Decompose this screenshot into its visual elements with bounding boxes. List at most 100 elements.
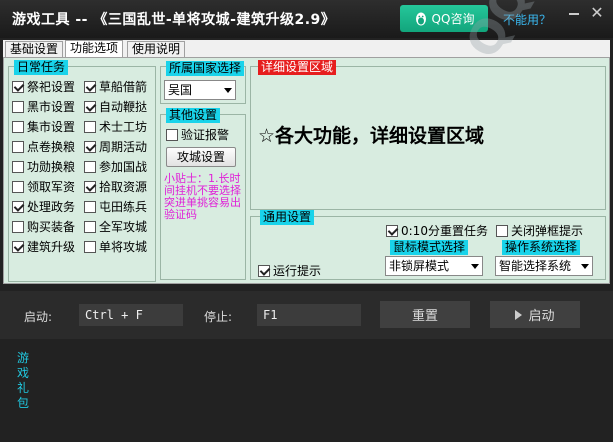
run-tip-box[interactable] <box>258 264 270 277</box>
mouse-mode-value: 非锁屏模式 <box>389 259 450 273</box>
chevron-down-icon <box>471 264 479 269</box>
close-icon[interactable]: ✕ <box>588 4 606 22</box>
daily-task-label: 屯田练兵 <box>99 200 148 214</box>
verify-alarm-box[interactable] <box>166 128 178 141</box>
daily-task-checkbox[interactable]: 购买装备 <box>12 218 75 235</box>
stop-hotkey-input[interactable]: F1 <box>257 304 361 326</box>
daily-task-checkbox[interactable]: 单将攻城 <box>84 238 147 255</box>
daily-task-checkbox[interactable]: 草船借箭 <box>84 78 147 95</box>
city-settings-button[interactable]: 攻城设置 <box>166 147 236 167</box>
daily-task-checkbox[interactable]: 处理政务 <box>12 198 75 215</box>
daily-task-label: 集市设置 <box>27 120 76 134</box>
daily-task-label: 自动鞭挞 <box>99 100 148 114</box>
bottom-bar: 启动: Ctrl + F 停止: F1 重置 启动 <box>0 291 613 339</box>
daily-task-box[interactable] <box>84 160 96 173</box>
daily-task-checkbox[interactable]: 自动鞭挞 <box>84 98 147 115</box>
country-label: 所属国家选择 <box>166 61 245 76</box>
other-settings-label: 其他设置 <box>166 108 221 123</box>
chevron-down-icon <box>581 264 589 269</box>
daily-task-label: 祭祀设置 <box>27 80 76 94</box>
daily-task-checkbox[interactable]: 拾取资源 <box>84 178 147 195</box>
run-tip-label: 运行提示 <box>273 264 322 278</box>
daily-task-checkbox[interactable]: 黑市设置 <box>12 98 75 115</box>
os-select[interactable]: 智能选择系统 <box>495 256 593 276</box>
daily-task-label: 草船借箭 <box>99 80 148 94</box>
qq-penguin-icon <box>415 12 426 25</box>
daily-task-box[interactable] <box>84 80 96 93</box>
country-select[interactable]: 吴国 <box>164 80 236 100</box>
daily-task-checkbox[interactable]: 屯田练兵 <box>84 198 147 215</box>
daily-task-label: 单将攻城 <box>99 240 148 254</box>
daily-task-checkbox[interactable]: 领取军资 <box>12 178 75 195</box>
gift-char: 礼 <box>16 381 29 395</box>
daily-task-label: 拾取资源 <box>99 180 148 194</box>
detail-settings-label: 详细设置区域 <box>258 60 337 75</box>
daily-task-checkbox[interactable]: 集市设置 <box>12 118 75 135</box>
daily-task-box[interactable] <box>84 120 96 133</box>
daily-task-box[interactable] <box>84 180 96 193</box>
daily-task-box[interactable] <box>12 100 24 113</box>
gift-char: 包 <box>16 396 29 410</box>
daily-task-label: 参加国战 <box>99 160 148 174</box>
daily-task-checkbox[interactable]: 参加国战 <box>84 158 147 175</box>
chevron-down-icon <box>224 88 232 93</box>
verify-alarm-label: 验证报警 <box>181 128 230 142</box>
daily-task-box[interactable] <box>84 100 96 113</box>
detail-settings-text: ☆各大功能，详细设置区域 <box>258 125 485 147</box>
app-window: 游戏工具 -- 《三国乱世-单将攻城-建筑升级2.9》 QQ咨询 不能用？ ✕ … <box>0 0 613 442</box>
daily-task-checkbox[interactable]: 术士工坊 <box>84 118 147 135</box>
country-select-value: 吴国 <box>168 83 193 97</box>
window-title: 游戏工具 -- 《三国乱世-单将攻城-建筑升级2.9》 <box>12 12 336 28</box>
reset-task-label: 0:10分重置任务 <box>401 224 488 238</box>
daily-task-checkbox[interactable]: 全军攻城 <box>84 218 147 235</box>
daily-task-checkbox[interactable]: 点卷换粮 <box>12 138 75 155</box>
tip-text: 小贴士：1.长时间挂机不要选择突进单挑容易出验证码 <box>164 172 241 221</box>
general-settings-label: 通用设置 <box>260 210 315 225</box>
reset-task-box[interactable] <box>386 224 398 237</box>
daily-task-label: 点卷换粮 <box>27 140 76 154</box>
gift-char: 戏 <box>16 366 29 380</box>
verify-alarm-checkbox[interactable]: 验证报警 <box>166 126 229 143</box>
start-hotkey-input[interactable]: Ctrl + F <box>79 304 183 326</box>
reset-task-checkbox[interactable]: 0:10分重置任务 <box>386 222 488 239</box>
daily-task-label: 购买装备 <box>27 220 76 234</box>
os-select-value: 智能选择系统 <box>499 259 572 273</box>
daily-task-box[interactable] <box>84 140 96 153</box>
daily-task-label: 全军攻城 <box>99 220 148 234</box>
game-gift-link[interactable]: 游 戏 礼 包 <box>10 351 36 431</box>
reset-button[interactable]: 重置 <box>380 301 470 328</box>
run-tip-checkbox[interactable]: 运行提示 <box>258 262 321 279</box>
os-select-label: 操作系统选择 <box>502 240 581 255</box>
start-button[interactable]: 启动 <box>490 301 580 328</box>
daily-task-box[interactable] <box>12 200 24 213</box>
daily-task-box[interactable] <box>12 180 24 193</box>
minimize-icon[interactable] <box>565 6 583 20</box>
mouse-mode-select[interactable]: 非锁屏模式 <box>385 256 483 276</box>
daily-task-label: 周期活动 <box>99 140 148 154</box>
main-panel: 日常任务 所属国家选择 吴国 其他设置 验证报警 攻城设置 小贴士：1.长时间挂… <box>3 57 610 284</box>
daily-task-checkbox[interactable]: 建筑升级 <box>12 238 75 255</box>
daily-task-box[interactable] <box>84 200 96 213</box>
daily-task-checkbox[interactable]: 功勋换粮 <box>12 158 75 175</box>
close-popup-box[interactable] <box>496 224 508 237</box>
daily-tasks-label: 日常任务 <box>14 60 69 75</box>
mouse-mode-label: 鼠标模式选择 <box>390 240 469 255</box>
daily-task-box[interactable] <box>12 140 24 153</box>
daily-task-box[interactable] <box>12 220 24 233</box>
close-popup-checkbox[interactable]: 关闭弹框提示 <box>496 222 583 239</box>
daily-task-box[interactable] <box>12 240 24 253</box>
daily-task-box[interactable] <box>84 220 96 233</box>
tab-usage-instructions[interactable]: 使用说明 <box>127 41 186 58</box>
tab-basic-settings[interactable]: 基础设置 <box>5 41 64 58</box>
gift-char: 游 <box>16 351 29 365</box>
daily-task-checkbox[interactable]: 祭祀设置 <box>12 78 75 95</box>
daily-task-box[interactable] <box>12 120 24 133</box>
daily-task-box[interactable] <box>12 160 24 173</box>
tab-function-options[interactable]: 功能选项 <box>65 40 124 58</box>
daily-task-box[interactable] <box>12 80 24 93</box>
play-icon <box>515 309 523 320</box>
daily-task-label: 功勋换粮 <box>27 160 76 174</box>
daily-task-checkbox[interactable]: 周期活动 <box>84 138 147 155</box>
daily-task-label: 术士工坊 <box>99 120 148 134</box>
daily-task-box[interactable] <box>84 240 96 253</box>
